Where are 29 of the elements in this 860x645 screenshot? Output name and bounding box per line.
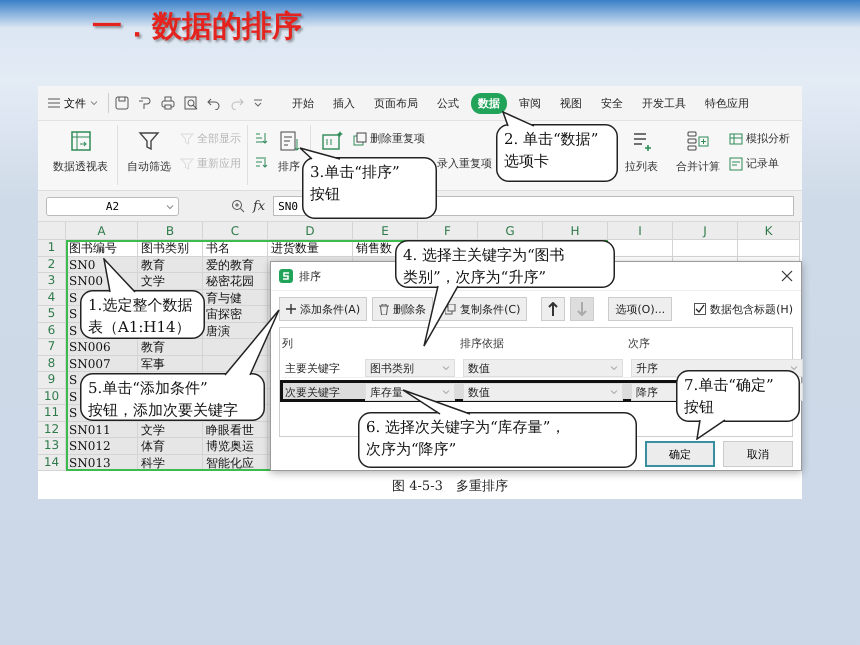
column-heading: 次序 xyxy=(628,336,651,350)
callout-tooltip: 7.单击“确定” 按钮 xyxy=(675,369,801,440)
table-cell: SN011 xyxy=(66,422,138,438)
column-heading: 列 xyxy=(282,336,294,350)
callout-tooltip: 3.单击“排序” 按钮 xyxy=(299,147,438,220)
checkbox-label: 数据包含标题(H) xyxy=(710,302,793,316)
callout-tooltip: 2. 单击“数据” 选项卡 xyxy=(495,111,619,183)
slide-title: 一．数据的排序 xyxy=(91,8,303,46)
table-cell: 文学 xyxy=(138,422,203,438)
table-cell: 育与健 xyxy=(203,290,268,306)
table-cell: 爱的教育 xyxy=(203,256,268,273)
table-cell: 睁眼看世 xyxy=(203,422,268,438)
table-cell: 文学 xyxy=(138,273,203,290)
figure-caption: 图 4-5-3 多重排序 xyxy=(392,478,508,494)
table-cell: 体育 xyxy=(138,438,203,454)
column-heading: 排序依据 xyxy=(460,336,505,350)
row-label: 次要关键字 xyxy=(285,384,341,400)
table-cell: SN007 xyxy=(66,356,138,372)
table-cell: SN012 xyxy=(66,438,138,454)
row-label: 主要关键字 xyxy=(285,360,341,376)
table-cell: SN006 xyxy=(66,339,138,356)
table-cell: 宙探密 xyxy=(203,306,268,322)
table-cell: 军事 xyxy=(138,356,203,372)
formula-label: fx xyxy=(253,198,266,214)
table-cell: 教育 xyxy=(138,256,203,273)
table-cell: 秘密花园 xyxy=(203,273,268,290)
dialog-title: 排序 xyxy=(299,268,321,284)
table-cell: 博览奥运 xyxy=(203,438,268,454)
table-cell: 教育 xyxy=(138,339,203,356)
